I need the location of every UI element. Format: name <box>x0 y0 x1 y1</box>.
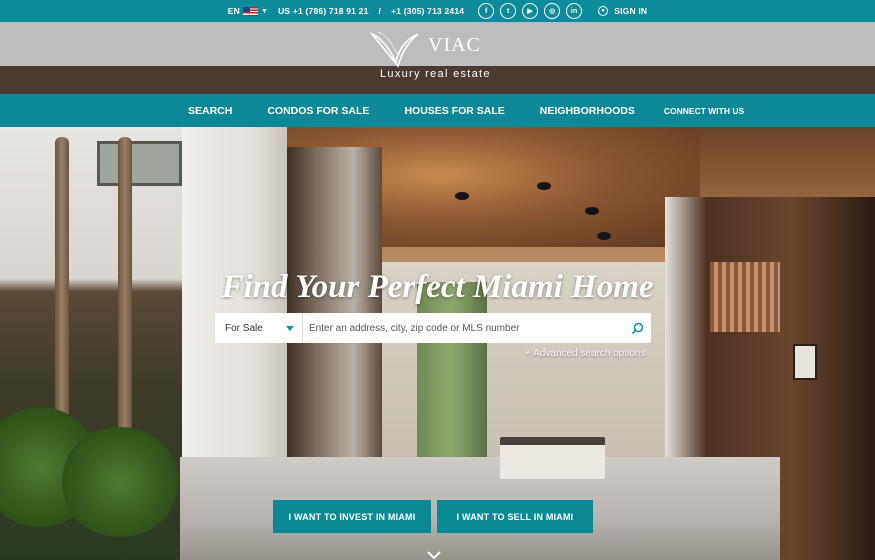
invest-button[interactable]: I WANT TO INVEST IN MIAMI <box>273 500 431 533</box>
chevron-down-icon: ▼ <box>260 7 269 15</box>
hero-frame <box>793 344 817 380</box>
nav-houses[interactable]: HOUSES FOR SALE <box>404 105 504 117</box>
mobile-sculpture <box>537 182 551 190</box>
chevron-down-icon[interactable] <box>426 550 442 560</box>
foliage <box>60 427 180 537</box>
sign-in-link[interactable]: ● SIGN IN <box>598 6 647 16</box>
search-bar: For Sale <box>215 313 651 343</box>
facebook-icon[interactable]: f <box>478 3 495 19</box>
mobile-sculpture <box>585 207 599 215</box>
nav-connect[interactable]: CONNECT WITH US <box>664 106 744 116</box>
advanced-search-link[interactable]: + Advanced search options <box>525 348 645 359</box>
hero-title: Find Your Perfect Miami Home <box>221 269 654 305</box>
language-selector[interactable]: EN ▼ <box>228 6 268 16</box>
sign-in-label: SIGN IN <box>614 6 648 16</box>
top-bar: EN ▼ US +1 (786) 718 91 21 / +1 (305) 71… <box>0 0 875 22</box>
sell-button[interactable]: I WANT TO SELL IN MIAMI <box>437 500 593 533</box>
twitter-icon[interactable]: t <box>500 3 517 19</box>
search-button[interactable] <box>623 313 651 343</box>
brand-tagline: Luxury real estate <box>380 68 491 80</box>
hero-section: Find Your Perfect Miami Home For Sale + … <box>0 127 875 560</box>
social-links: f t ▶ ◎ in <box>478 3 583 19</box>
phone-alt[interactable]: +1 (305) 713 2414 <box>391 6 464 16</box>
hero-window <box>97 141 182 186</box>
mobile-sculpture <box>597 232 611 240</box>
brand-name: VIAC <box>428 34 481 56</box>
instagram-icon[interactable]: ◎ <box>544 3 561 19</box>
logo-swoosh-icon <box>369 31 419 68</box>
hero-bench <box>500 437 605 479</box>
us-flag-icon <box>242 6 258 16</box>
hero-garden-door <box>417 282 487 467</box>
chevron-down-icon <box>286 325 294 331</box>
phone-us[interactable]: US +1 (786) 718 91 21 <box>278 6 368 16</box>
linkedin-icon[interactable]: in <box>566 3 583 19</box>
phone-separator: / <box>378 6 382 16</box>
language-label: EN <box>227 6 240 16</box>
mobile-sculpture <box>455 192 469 200</box>
nav-neighborhoods[interactable]: NEIGHBORHOODS <box>540 105 635 117</box>
listing-type-value: For Sale <box>225 322 263 334</box>
search-input[interactable] <box>303 322 623 334</box>
listing-type-select[interactable]: For Sale <box>215 313 303 343</box>
site-logo[interactable]: VIAC Luxury real estate <box>368 28 508 86</box>
nav-condos[interactable]: CONDOS FOR SALE <box>267 105 369 117</box>
user-icon: ● <box>598 6 609 16</box>
nav-search[interactable]: SEARCH <box>188 105 232 117</box>
youtube-icon[interactable]: ▶ <box>522 3 539 19</box>
search-icon <box>631 322 643 334</box>
main-nav: SEARCH CONDOS FOR SALE HOUSES FOR SALE N… <box>0 94 875 127</box>
